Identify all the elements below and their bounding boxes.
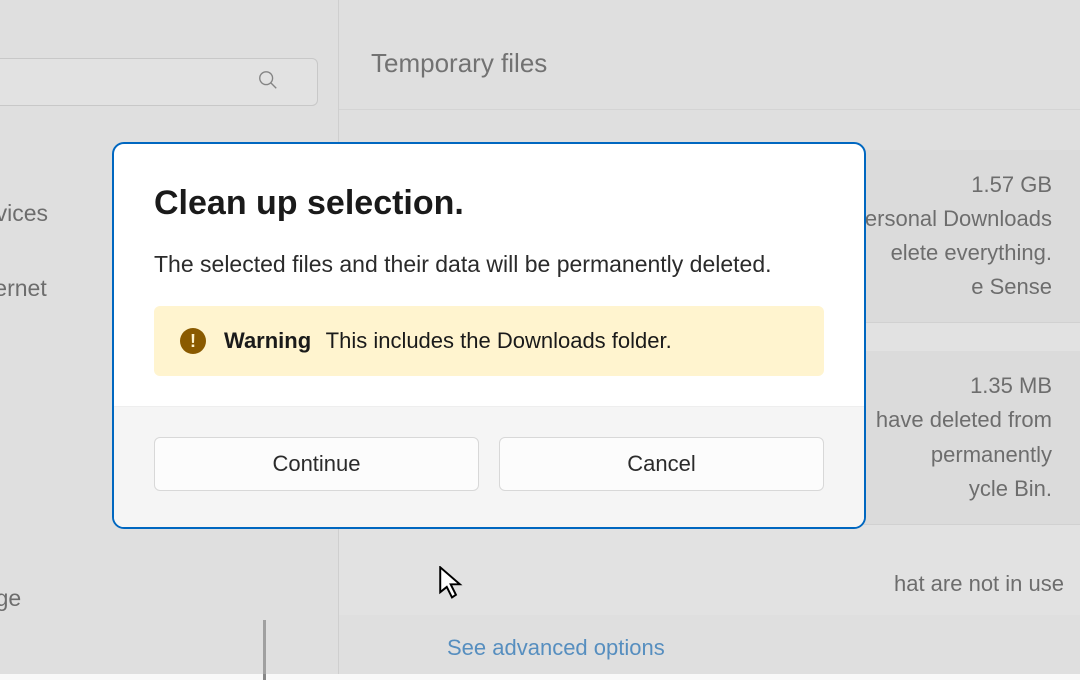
dialog-footer: Continue Cancel	[114, 406, 864, 527]
warning-text: This includes the Downloads folder.	[326, 328, 672, 353]
warning-label: Warning	[224, 328, 311, 353]
cleanup-dialog: Clean up selection. The selected files a…	[112, 142, 866, 529]
dialog-body-text: The selected files and their data will b…	[154, 251, 824, 278]
cancel-button[interactable]: Cancel	[499, 437, 824, 491]
continue-button[interactable]: Continue	[154, 437, 479, 491]
dialog-title: Clean up selection.	[154, 184, 824, 223]
warning-banner: ! Warning This includes the Downloads fo…	[154, 306, 824, 376]
warning-icon: !	[180, 328, 206, 354]
